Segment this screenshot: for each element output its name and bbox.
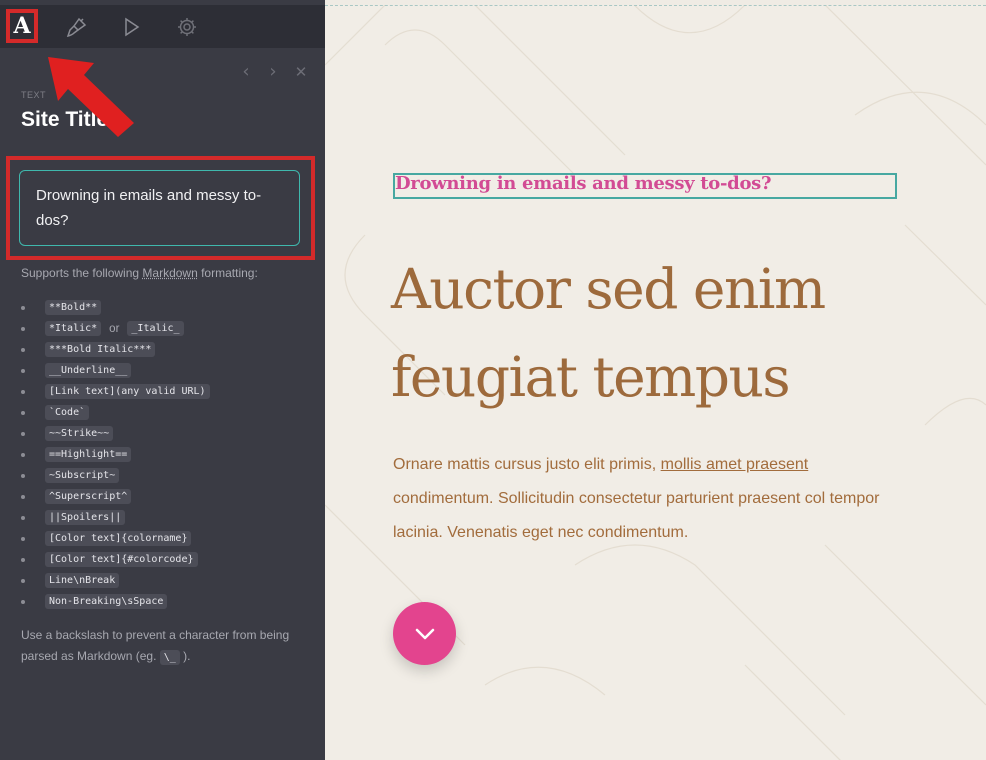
gear-icon	[178, 18, 196, 36]
list-item: Non-Breaking\sSpace	[21, 591, 210, 612]
next-button[interactable]: ›	[263, 62, 283, 82]
code-sample: __Underline__	[45, 363, 132, 378]
design-tool-button[interactable]	[60, 10, 94, 44]
bullet	[21, 368, 25, 373]
code-sample: Line\nBreak	[45, 573, 120, 588]
chevron-down-icon	[415, 628, 434, 639]
markdown-help-link[interactable]: Markdown	[142, 266, 197, 280]
bullet	[21, 473, 25, 478]
bullet	[21, 557, 25, 562]
code-sample: ~~Strike~~	[45, 426, 114, 441]
preview-tool-button[interactable]	[114, 10, 148, 44]
list-item: __Underline__	[21, 360, 210, 381]
text-icon: A	[13, 13, 31, 39]
code-sample: [Color text]{#colorcode}	[45, 552, 198, 567]
code-sample: ||Spoilers||	[45, 510, 126, 525]
or-label: or	[109, 322, 120, 335]
code-sample: **Bold**	[45, 300, 102, 315]
markdown-format-list: **Bold** *Italic* or _Italic_ ***Bold Ital…	[21, 297, 210, 612]
list-item: ==Highlight==	[21, 444, 210, 465]
list-item: ~Subscript~	[21, 465, 210, 486]
text-tool-button[interactable]: A	[6, 9, 38, 43]
close-button[interactable]: ✕	[291, 62, 311, 82]
bullet	[21, 389, 25, 394]
bullet	[21, 578, 25, 583]
site-preview: Drowning in emails and messy to-dos? Auc…	[325, 5, 986, 760]
code-sample: ==Highlight==	[45, 447, 132, 462]
bullet	[21, 347, 25, 352]
bullet	[21, 494, 25, 499]
list-item: `Code`	[21, 402, 210, 423]
list-item: ||Spoilers||	[21, 507, 210, 528]
code-sample: ***Bold Italic***	[45, 342, 156, 357]
list-item: ***Bold Italic***	[21, 339, 210, 360]
top-divider	[325, 5, 986, 6]
list-item: Line\nBreak	[21, 570, 210, 591]
list-item: ^Superscript^	[21, 486, 210, 507]
bullet	[21, 536, 25, 541]
hero-kicker[interactable]: Drowning in emails and messy to-dos?	[395, 173, 772, 194]
hero-body-prefix: Ornare mattis cursus justo elit primis,	[393, 456, 661, 473]
code-sample: _Italic_	[127, 321, 184, 336]
backslash-help-text: Use a backslash to prevent a character f…	[21, 625, 306, 668]
site-title-input[interactable]: Drowning in emails and messy to-dos?	[19, 170, 300, 246]
code-sample: \_	[159, 650, 180, 665]
annotation-arrow-icon	[48, 57, 134, 137]
list-item: [Color text]{#colorcode}	[21, 549, 210, 570]
markdown-intro-suffix: formatting:	[197, 266, 258, 280]
code-sample: *Italic*	[45, 321, 102, 336]
play-icon	[125, 17, 140, 37]
settings-tool-button[interactable]	[170, 10, 204, 44]
editor-sidebar: A ‹ › ✕ TEXT Site Title Drowning in emai…	[0, 0, 325, 760]
markdown-intro-prefix: Supports the following	[21, 266, 143, 280]
code-sample: [Link text](any valid URL)	[45, 384, 210, 399]
scroll-down-button[interactable]	[393, 602, 456, 665]
bullet	[21, 410, 25, 415]
code-sample: `Code`	[45, 405, 90, 420]
list-item: **Bold**	[21, 297, 210, 318]
list-item: *Italic* or _Italic_	[21, 318, 210, 339]
paintbrush-icon	[66, 17, 87, 38]
previous-button[interactable]: ‹	[236, 62, 256, 82]
hero-heading[interactable]: Auctor sed enim feugiat tempus	[391, 245, 951, 421]
hero-body-suffix: condimentum. Sollicitudin consectetur pa…	[393, 490, 880, 541]
bullet	[21, 599, 25, 604]
bullet	[21, 515, 25, 520]
markdown-help-intro: Supports the following Markdown formatti…	[21, 266, 258, 280]
bullet	[21, 452, 25, 457]
list-item: ~~Strike~~	[21, 423, 210, 444]
list-item: [Link text](any valid URL)	[21, 381, 210, 402]
code-sample: ~Subscript~	[45, 468, 120, 483]
hero-body-text[interactable]: Ornare mattis cursus justo elit primis, …	[393, 448, 883, 550]
bullet	[21, 326, 25, 331]
bullet	[21, 431, 25, 436]
hero-body-link[interactable]: mollis amet praesent	[661, 456, 809, 473]
list-item: [Color text]{colorname}	[21, 528, 210, 549]
code-sample: ^Superscript^	[45, 489, 132, 504]
editor-toolbar: A	[0, 5, 325, 48]
backslash-note-prefix: Use a backslash to prevent a character f…	[21, 628, 290, 663]
code-sample: [Color text]{colorname}	[45, 531, 192, 546]
backslash-note-suffix: ).	[179, 649, 191, 663]
code-sample: Non-Breaking\sSpace	[45, 594, 168, 609]
bullet	[21, 305, 25, 310]
